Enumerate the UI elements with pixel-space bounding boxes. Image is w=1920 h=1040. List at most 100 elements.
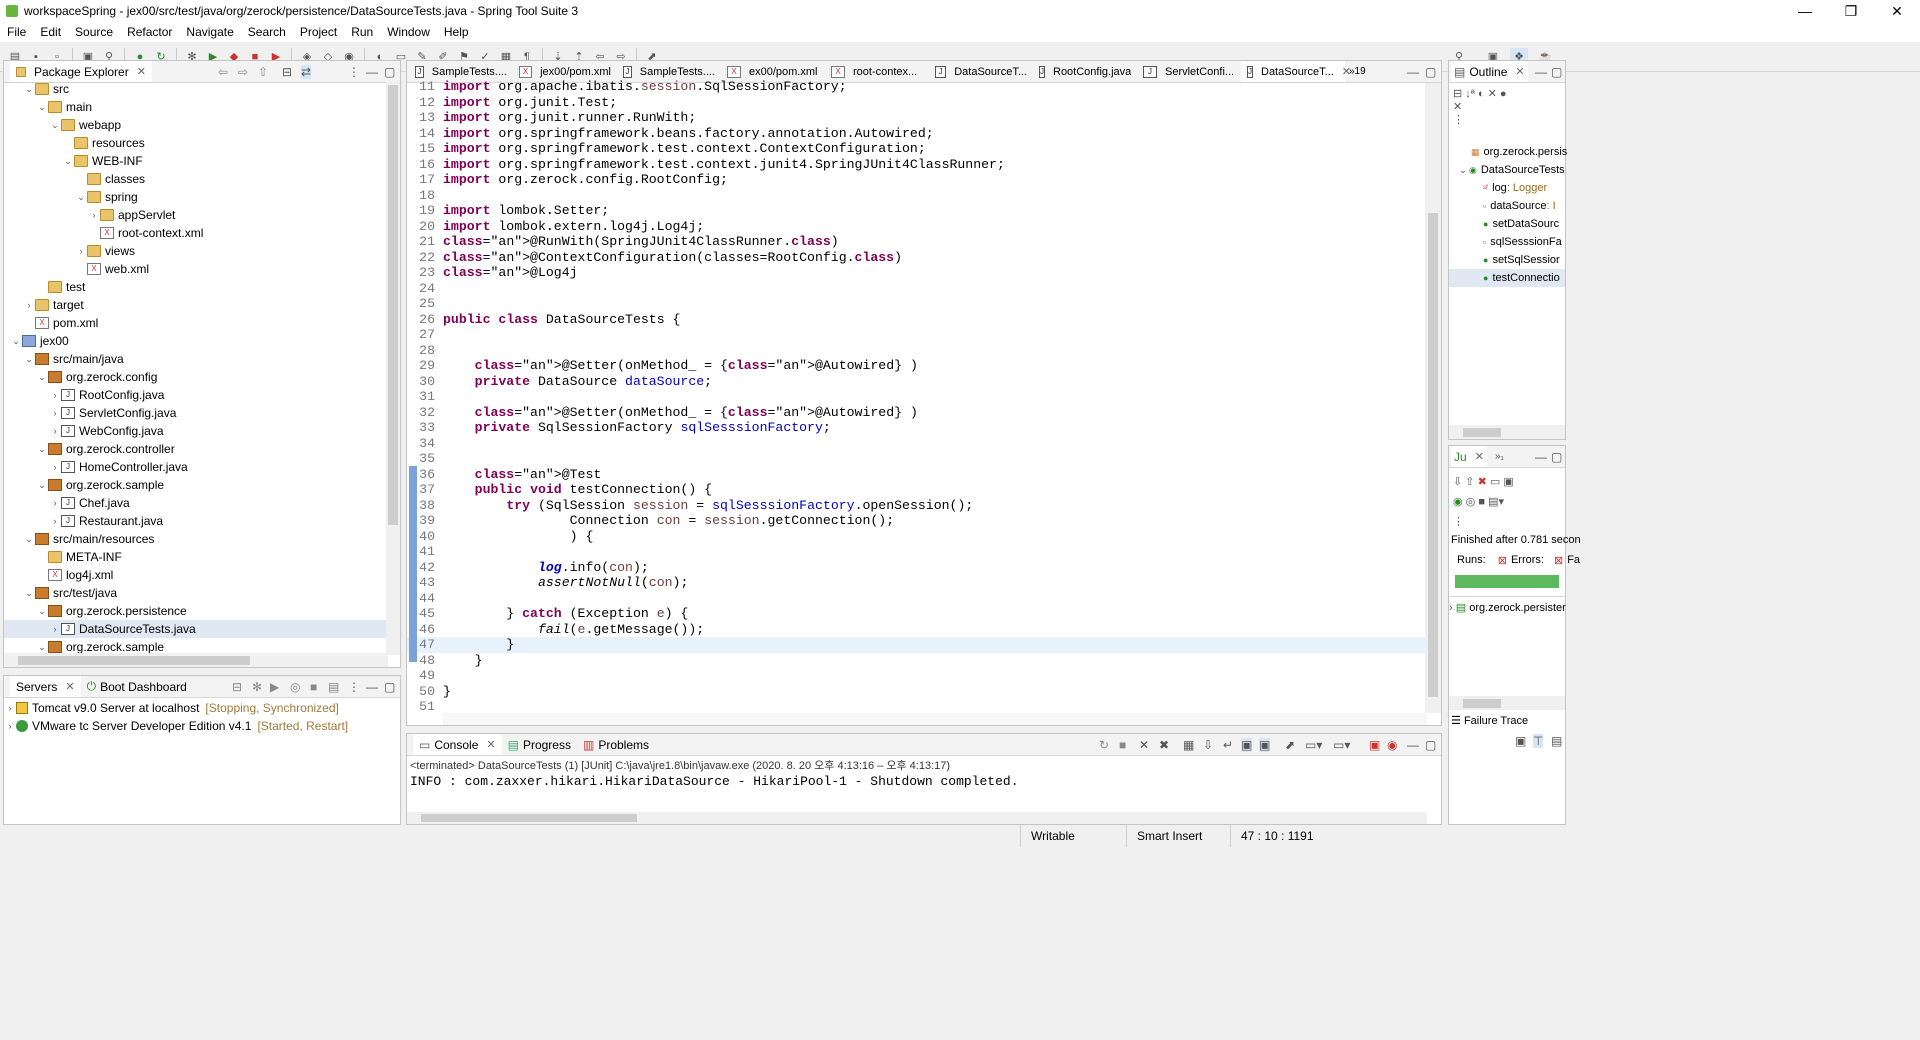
code-line[interactable]: 30 private DataSource dataSource;: [407, 374, 1427, 390]
sort-icon[interactable]: ↓ª: [1465, 88, 1475, 100]
junit-horizontal-scrollbar[interactable]: [1449, 696, 1565, 710]
code-line[interactable]: 16 import org.springframework.test.contex…: [407, 157, 1427, 173]
debug-console-icon[interactable]: ▣: [1369, 738, 1380, 752]
display-console-icon[interactable]: ▭▾: [1305, 738, 1322, 752]
pin-console-icon[interactable]: ⬈: [1285, 738, 1295, 752]
code-line[interactable]: 18: [407, 188, 1427, 204]
terminal-icon[interactable]: ◉: [1387, 738, 1397, 752]
chevron-right-icon[interactable]: ›: [49, 386, 61, 404]
call-hierarchy-icon[interactable]: »₁: [1495, 451, 1504, 462]
tree-item[interactable]: › J RootConfig.java: [4, 386, 386, 404]
expand-arrow-icon[interactable]: ›: [4, 699, 16, 717]
tree-item[interactable]: resources: [4, 134, 386, 152]
menu-file[interactable]: File: [0, 25, 33, 39]
tree-item[interactable]: ⌄ src/test/java: [4, 584, 386, 602]
code-line[interactable]: 28: [407, 343, 1427, 359]
menu-window[interactable]: Window: [380, 25, 437, 39]
tree-item[interactable]: › J Chef.java: [4, 494, 386, 512]
outline-item[interactable]: ● testConnectio: [1449, 269, 1565, 287]
chevron-down-icon[interactable]: ⌄: [36, 440, 48, 458]
code-line[interactable]: 29 class="an">@Setter(onMethod_ = {class…: [407, 358, 1427, 374]
editor-vertical-scrollbar[interactable]: [1425, 83, 1441, 713]
maximize-icon[interactable]: ▢: [1551, 450, 1562, 464]
code-line[interactable]: 35: [407, 451, 1427, 467]
stop-server-icon[interactable]: ■: [310, 680, 317, 694]
show-on-stdout-icon[interactable]: ▣: [1241, 737, 1253, 752]
expand-arrow-icon[interactable]: ›: [4, 717, 16, 735]
menu-edit[interactable]: Edit: [33, 25, 68, 39]
junit-tree-item[interactable]: › ▤ org.zerock.persister: [1449, 596, 1566, 614]
horizontal-scrollbar[interactable]: [4, 653, 388, 667]
menu-help[interactable]: Help: [437, 25, 476, 39]
code-line[interactable]: 44: [407, 591, 1427, 607]
filter-trace-icon[interactable]: ⊤: [1533, 734, 1544, 748]
code-line[interactable]: 40 ) {: [407, 529, 1427, 545]
console-horizontal-scrollbar[interactable]: [407, 812, 1427, 824]
tree-item[interactable]: ⌄ org.zerock.sample: [4, 476, 386, 494]
expand-arrow-icon[interactable]: ›: [1449, 602, 1453, 614]
profile-server-icon[interactable]: ◎: [290, 680, 300, 694]
minimize-icon[interactable]: —: [1535, 65, 1547, 79]
word-wrap-icon[interactable]: ↵: [1223, 738, 1233, 752]
code-line[interactable]: 45 } catch (Exception e) {: [407, 606, 1427, 622]
code-editor[interactable]: 11 import org.apache.ibatis.session.SqlSe…: [407, 79, 1427, 715]
close-button[interactable]: ✕: [1874, 0, 1920, 22]
chevron-down-icon[interactable]: ⌄: [23, 530, 35, 548]
tree-item[interactable]: ⌄ main: [4, 98, 386, 116]
compare-icon[interactable]: ▣: [1515, 734, 1526, 748]
code-line[interactable]: 11 import org.apache.ibatis.session.SqlSe…: [407, 79, 1427, 95]
code-line[interactable]: 26 public class DataSourceTests {: [407, 312, 1427, 328]
tree-item[interactable]: ⌄ spring: [4, 188, 386, 206]
remove-all-icon[interactable]: ✖: [1159, 738, 1169, 752]
clear-console-icon[interactable]: ▦: [1183, 738, 1194, 752]
tree-item[interactable]: ⌄ WEB-INF: [4, 152, 386, 170]
chevron-right-icon[interactable]: ›: [23, 296, 35, 314]
code-line[interactable]: 42 log.info(con);: [407, 560, 1427, 576]
up-icon[interactable]: ⇧: [258, 65, 268, 79]
chevron-right-icon[interactable]: ›: [88, 206, 100, 224]
tree-item[interactable]: › J DataSourceTests.java: [4, 620, 386, 638]
view-menu-icon[interactable]: ⋮: [348, 680, 360, 694]
hide-fields-icon[interactable]: ◐: [1478, 88, 1485, 100]
code-line[interactable]: 39 Connection con = session.getConnectio…: [407, 513, 1427, 529]
menu-run[interactable]: Run: [344, 25, 380, 39]
maximize-icon[interactable]: ▢: [384, 680, 395, 694]
rerun-icon[interactable]: ◉: [1453, 496, 1463, 508]
debug-server-icon[interactable]: ✻: [252, 680, 262, 694]
tree-item[interactable]: ⌄ jex00: [4, 332, 386, 350]
outline-item[interactable]: ⌄ ◉ DataSourceTests: [1449, 161, 1565, 179]
code-line[interactable]: 37 public void testConnection() {: [407, 482, 1427, 498]
code-line[interactable]: 48 }: [407, 653, 1427, 669]
tree-item[interactable]: Xpom.xml: [4, 314, 386, 332]
copy-trace-icon[interactable]: ▤: [1551, 734, 1562, 748]
code-line[interactable]: 41: [407, 544, 1427, 560]
code-line[interactable]: 20 import lombok.extern.log4j.Log4j;: [407, 219, 1427, 235]
publish-icon[interactable]: ▤: [328, 680, 339, 694]
close-icon[interactable]: ✕: [486, 738, 495, 751]
editor-overflow-indicator[interactable]: »19: [1349, 66, 1366, 77]
tree-item[interactable]: Xroot-context.xml: [4, 224, 386, 242]
maximize-icon[interactable]: ▢: [1425, 738, 1436, 752]
code-line[interactable]: 27: [407, 327, 1427, 343]
view-menu-icon[interactable]: ⋮: [1453, 516, 1464, 528]
outline-item[interactable]: ˢᶠ log : Logger: [1449, 179, 1565, 197]
collapse-all-icon[interactable]: ⊟: [282, 65, 292, 79]
chevron-down-icon[interactable]: ⌄: [36, 602, 48, 620]
scroll-lock-icon[interactable]: ⇩: [1203, 738, 1213, 752]
chevron-down-icon[interactable]: ⌄: [23, 350, 35, 368]
code-line[interactable]: 12 import org.junit.Test;: [407, 95, 1427, 111]
maximize-icon[interactable]: ▢: [384, 65, 395, 79]
tree-item[interactable]: › views: [4, 242, 386, 260]
tree-item[interactable]: Xlog4j.xml: [4, 566, 386, 584]
chevron-down-icon[interactable]: ⌄: [36, 368, 48, 386]
tab-servers[interactable]: Servers ✕: [10, 676, 81, 697]
back-icon[interactable]: ⇦: [218, 65, 228, 79]
code-line[interactable]: 32 class="an">@Setter(onMethod_ = {class…: [407, 405, 1427, 421]
chevron-down-icon[interactable]: ⌄: [75, 188, 87, 206]
minimize-icon[interactable]: —: [366, 65, 378, 79]
relaunch-icon[interactable]: ↻: [1099, 738, 1109, 752]
code-line[interactable]: 17 import org.zerock.config.RootConfig;: [407, 172, 1427, 188]
terminate-icon[interactable]: ■: [1119, 738, 1126, 752]
view-menu-icon[interactable]: ⋮: [1453, 114, 1464, 126]
rerun-failed-icon[interactable]: ◎: [1466, 496, 1476, 508]
